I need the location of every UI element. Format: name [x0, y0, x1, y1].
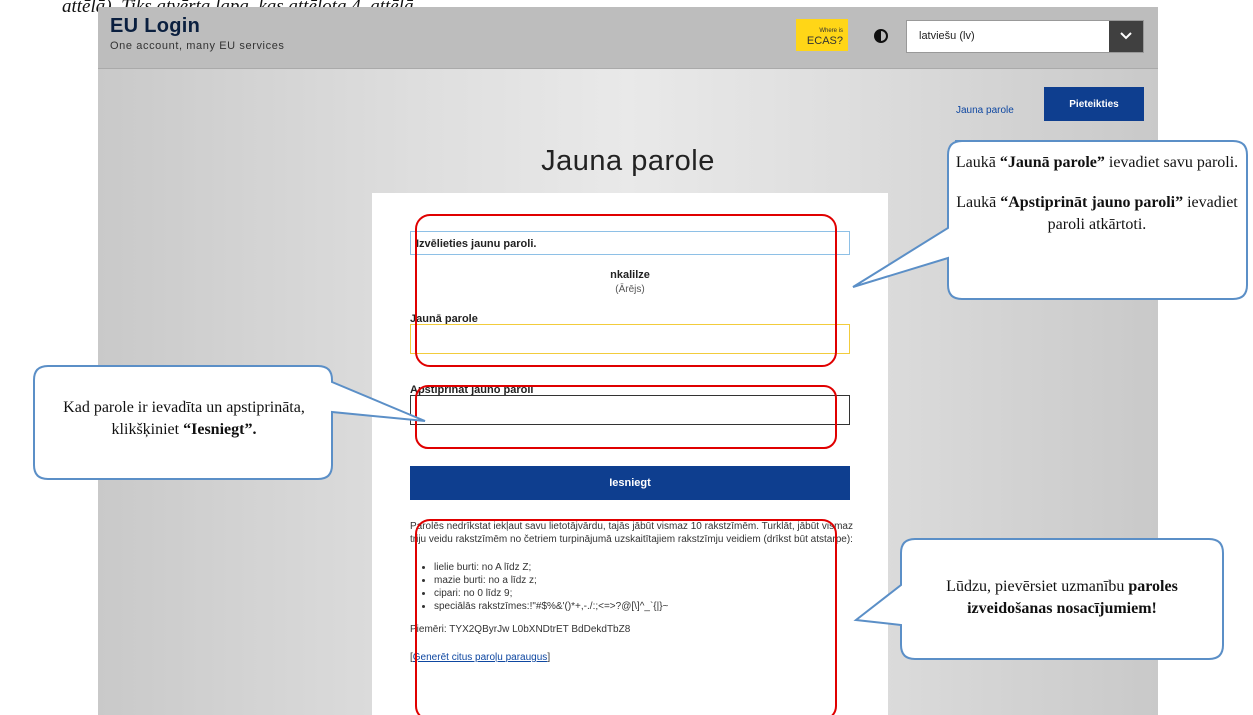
language-value: latviešu (lv) [919, 30, 975, 42]
username: nkalilze [610, 269, 650, 281]
user-type: (Ārējs) [615, 284, 645, 295]
rule-item: speciālās rakstzīmes:!"#$%&'()*+,-./:;<=… [434, 600, 848, 613]
callout-top-right-text: Laukā “Jaunā parole” ievadiet savu parol… [952, 152, 1242, 236]
generate-examples-link[interactable]: [Ģenerēt citus paroļu paraugus] [410, 652, 550, 663]
rule-item: cipari: no 0 līdz 9; [434, 587, 848, 600]
callout-line-2: Laukā “Apstiprināt jauno paroli” ievadie… [956, 194, 1238, 233]
brand-title: EU Login [110, 15, 201, 37]
examples-label: Piemēri: [410, 624, 447, 635]
ecas-label: ECAS? [806, 34, 843, 47]
brand-subtitle: One account, many EU services [110, 40, 285, 52]
submit-button[interactable]: Iesniegt [410, 466, 850, 500]
password-examples: Piemēri: TYX2QByrJw L0bXNDtrET BdDekdTbZ… [410, 624, 630, 635]
callout-left-text: Kad parole ir ievadīta un apstiprināta, … [63, 399, 305, 438]
contrast-icon[interactable] [874, 29, 888, 43]
where-is-ecas-button[interactable]: Where is ECAS? [796, 19, 848, 51]
rule-item: mazie burti: no a līdz z; [434, 574, 848, 587]
callout-line-1: Laukā “Jaunā parole” ievadiet savu parol… [955, 154, 1239, 171]
generate-examples-link-text[interactable]: Ģenerēt citus paroļu paraugus [413, 652, 548, 663]
password-rules-intro: Parolēs nedrīkstat iekļaut savu lietotāj… [410, 521, 853, 545]
language-select[interactable]: latviešu (lv) [906, 20, 1144, 53]
login-button[interactable]: Pieteikties [1044, 87, 1144, 121]
password-form-card: Izvēlieties jaunu paroli. nkalilze (Ārēj… [372, 193, 888, 715]
password-rules-list: lielie burti: no A līdz Z; mazie burti: … [428, 561, 848, 613]
confirm-password-input[interactable] [410, 395, 850, 425]
chevron-down-icon[interactable] [1109, 21, 1143, 52]
header-bar: EU Login One account, many EU services W… [98, 7, 1158, 69]
rule-item: lielie burti: no A līdz Z; [434, 561, 848, 574]
info-message: Izvēlieties jaunu paroli. [410, 231, 850, 255]
callout-bottom-right-text: Lūdzu, pievērsiet uzmanību paroles izvei… [946, 578, 1178, 617]
new-password-link[interactable]: Jauna parole [956, 105, 1014, 116]
ecas-small-label: Where is [819, 27, 843, 34]
examples-value: TYX2QByrJw L0bXNDtrET BdDekdTbZ8 [449, 624, 631, 635]
new-password-input[interactable] [410, 324, 850, 354]
